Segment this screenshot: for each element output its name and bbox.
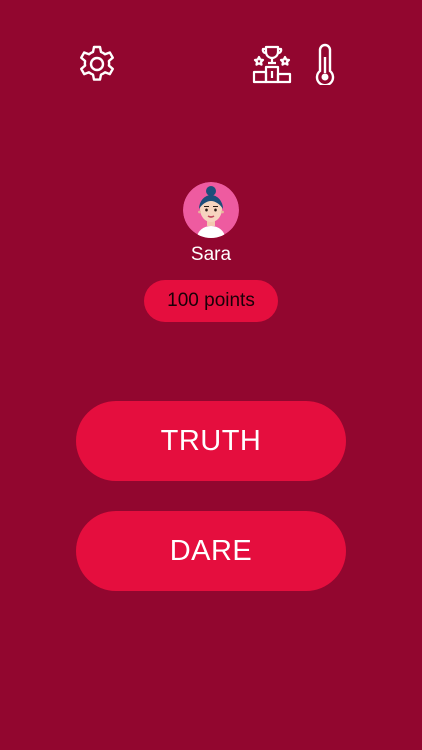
avatar-woman-icon bbox=[183, 182, 239, 238]
player-name: Sara bbox=[190, 244, 232, 265]
gear-icon bbox=[80, 45, 114, 81]
thermometer-icon bbox=[315, 43, 335, 85]
player-card: Sara 100 points bbox=[0, 182, 422, 322]
leaderboard-button[interactable] bbox=[250, 42, 294, 86]
settings-button[interactable] bbox=[76, 42, 118, 86]
dare-button[interactable]: DARE bbox=[76, 511, 346, 591]
thermometer-button[interactable] bbox=[310, 42, 340, 86]
avatar bbox=[183, 182, 239, 238]
truth-button[interactable]: TRUTH bbox=[76, 401, 346, 481]
points-badge: 100 points bbox=[144, 280, 278, 322]
podium-trophy-icon bbox=[252, 45, 292, 84]
